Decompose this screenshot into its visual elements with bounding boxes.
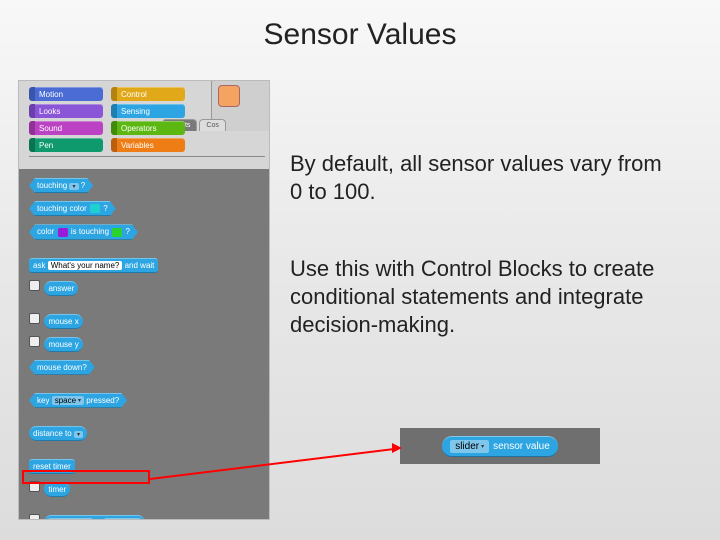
scratch-palette: Scripts Cos Motion Control Looks Sensing… [18,80,270,520]
divider [29,156,265,157]
label: key [37,396,49,405]
block-mouse-down[interactable]: mouse down? [29,360,95,375]
color-swatch[interactable] [90,204,100,213]
dropdown[interactable] [74,431,83,438]
block-distance-to[interactable]: distance to [29,426,87,441]
category-looks[interactable]: Looks [29,104,103,118]
block-sensor-value-large[interactable]: slider sensor value [442,436,558,457]
label: ? [81,181,85,190]
label: pressed? [86,396,119,405]
block-timer[interactable]: timer [44,482,70,497]
block-touching[interactable]: touching ? [29,178,93,193]
block-touching-color[interactable]: touching color ? [29,201,116,216]
color-swatch[interactable] [112,228,122,237]
text-input[interactable]: What's your name? [48,261,123,270]
tab-costumes[interactable]: Cos [199,119,225,131]
label: ? [103,204,107,213]
reporter-checkbox[interactable] [29,514,40,520]
block-ask[interactable]: ask What's your name? and wait [29,258,158,273]
reporter-checkbox[interactable] [29,336,40,347]
dropdown[interactable]: slider [450,440,489,453]
label: ask [33,261,45,270]
block-attr-of[interactable]: x position of Sprite1 [44,515,144,520]
dropdown[interactable]: Sprite1 [104,518,140,520]
paragraph-2: Use this with Control Blocks to create c… [290,255,680,339]
reporter-checkbox[interactable] [29,313,40,324]
block-key-pressed[interactable]: key space pressed? [29,393,127,408]
label: of [96,518,103,520]
reporter-checkbox[interactable] [29,481,40,492]
arrow-head-icon [392,443,402,453]
label: ? [126,227,130,236]
block-color-touching[interactable]: color is touching ? [29,224,138,239]
callout-panel: slider sensor value [400,428,600,464]
block-mouse-y[interactable]: mouse y [44,337,82,352]
category-sensing[interactable]: Sensing [111,104,185,118]
dropdown[interactable]: space [52,396,84,405]
block-reset-timer[interactable]: reset timer [29,459,75,474]
label: touching color [37,204,87,213]
category-control[interactable]: Control [111,87,185,101]
category-motion[interactable]: Motion [29,87,103,101]
page-title: Sensor Values [0,18,720,52]
dropdown[interactable] [69,183,78,190]
category-variables[interactable]: Variables [111,138,185,152]
dropdown[interactable]: x position [48,518,93,520]
stage-preview: Scripts Cos [211,81,269,131]
label: and wait [125,261,155,270]
category-sound[interactable]: Sound [29,121,103,135]
label: touching [37,181,67,190]
sprite-thumbnail [218,85,240,107]
label: is touching [71,227,109,236]
label: distance to [33,429,72,438]
block-answer[interactable]: answer [44,281,78,296]
label: color [37,227,54,236]
reporter-checkbox[interactable] [29,280,40,291]
color-swatch[interactable] [58,228,68,237]
paragraph-1: By default, all sensor values vary from … [290,150,680,206]
category-operators[interactable]: Operators [111,121,185,135]
category-pen[interactable]: Pen [29,138,103,152]
block-mouse-x[interactable]: mouse x [44,314,82,329]
label: sensor value [493,441,550,452]
